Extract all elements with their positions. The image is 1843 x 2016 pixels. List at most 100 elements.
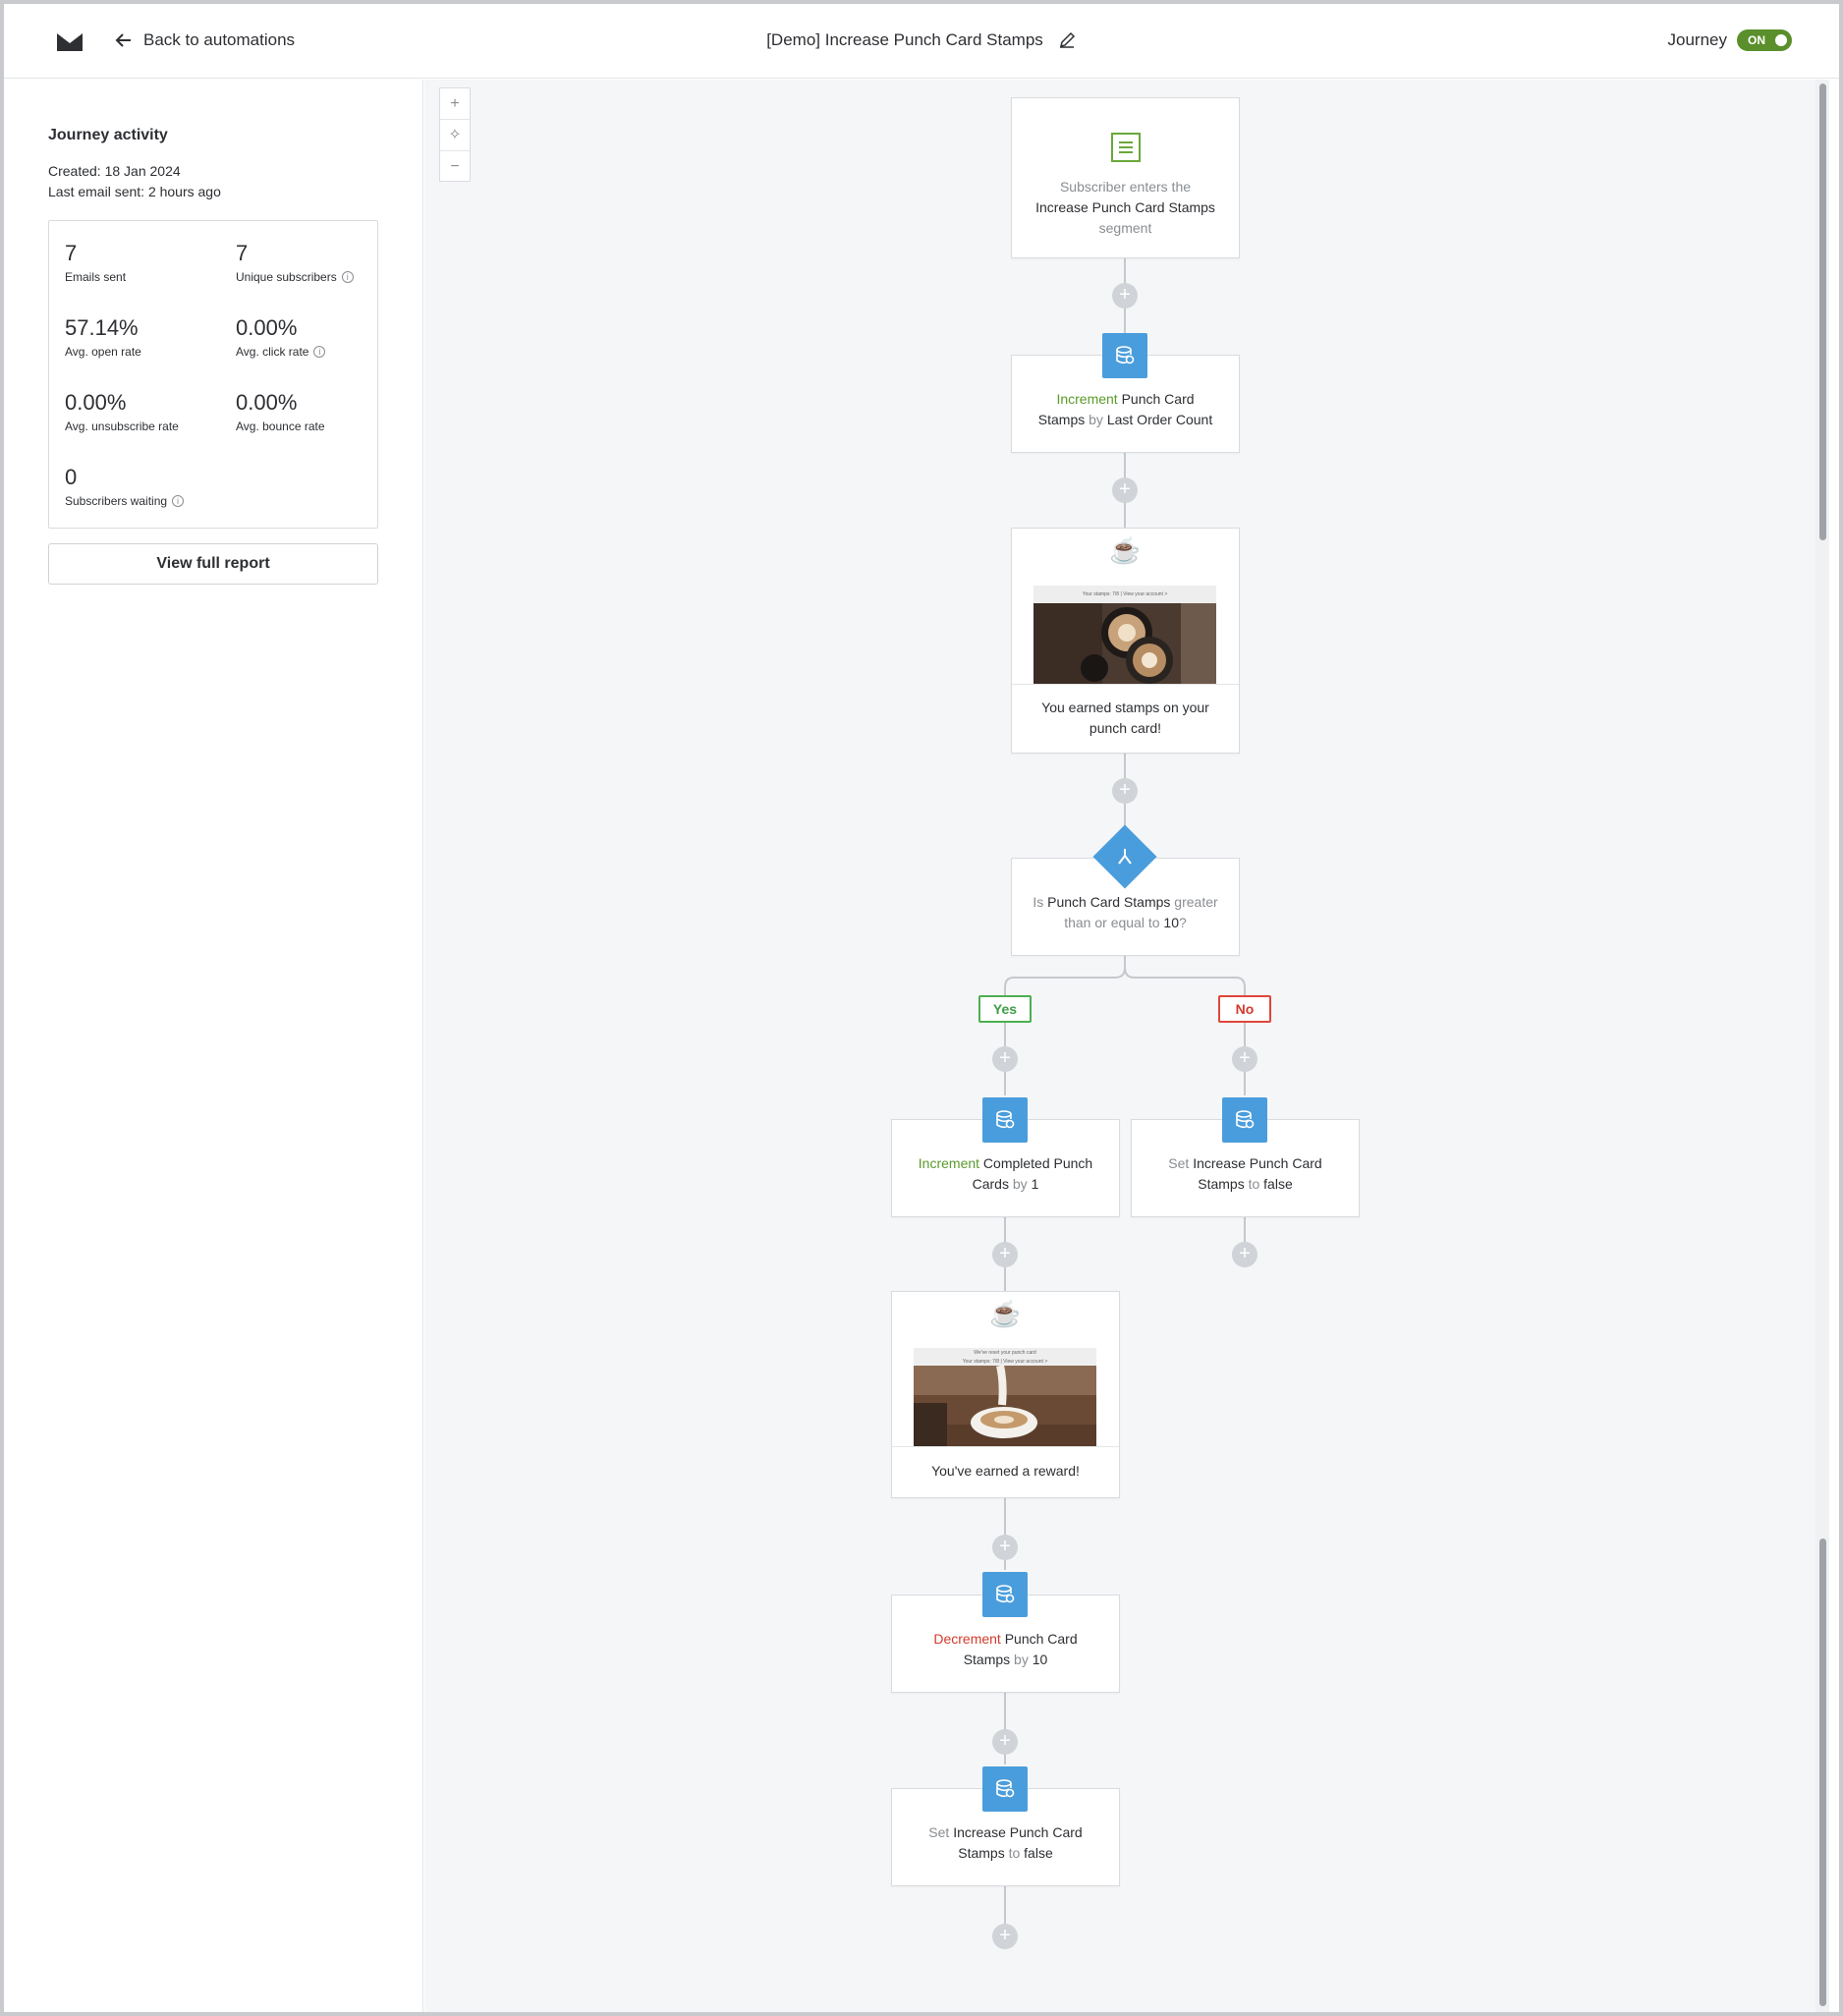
database-icon [982,1572,1028,1617]
scrollbar-thumb[interactable] [1819,84,1826,540]
action-by: by [1014,1652,1029,1667]
condition-is: Is [1033,894,1044,910]
stat-emails-sent: 7 Emails sent [65,241,126,284]
add-step-button[interactable]: + [1112,283,1138,308]
add-step-button[interactable]: + [1112,477,1138,503]
journey-activity-panel: Journey activity Created: 18 Jan 2024 La… [4,80,423,2012]
condition-question: ? [1178,915,1187,930]
journey-toggle[interactable]: ON [1737,29,1792,51]
journey-title-area: [Demo] Increase Punch Card Stamps [4,30,1839,50]
action-field-cont: Cards [972,1176,1009,1192]
email-subject-cont: punch card! [1089,720,1162,736]
zoom-out-button[interactable]: − [440,151,470,183]
email-subject: You earned stamps on your [1041,700,1209,715]
branch-yes-label: Yes [978,995,1032,1023]
email-preview-image: Your stamps: 7/8 | View your account > [1033,586,1216,684]
stat-unique-subscribers: 7 Unique subscribers i [236,241,354,284]
stat-value: 0.00% [65,390,127,415]
scrollbar-thumb[interactable] [1819,1539,1826,2006]
trigger-segment: Increase Punch Card Stamps [1035,199,1215,215]
journey-canvas[interactable]: + ✧ − Subscriber enters the Increase Pun… [424,80,1829,2012]
email-node-stamps-earned[interactable]: ☕ Your stamps: 7/8 | View your account >… [1011,528,1240,754]
action-value: Last Order Count [1106,412,1213,427]
stat-label: Avg. open rate [65,345,141,359]
action-to: to [1248,1176,1260,1192]
toggle-knob [1773,32,1789,48]
add-step-button[interactable]: + [992,1242,1018,1267]
action-value: false [1024,1845,1053,1861]
action-verb: Set [1168,1155,1190,1171]
stat-label: Subscribers waiting [65,494,168,508]
edit-pencil-icon[interactable] [1057,30,1077,50]
panel-title: Journey activity [48,127,168,143]
database-icon [1222,1097,1267,1143]
stat-unsubscribe-rate: 0.00% Avg. unsubscribe rate [65,390,179,433]
trigger-post: segment [1098,220,1152,236]
info-icon[interactable]: i [313,346,326,358]
segment-list-icon [1111,133,1141,162]
stats-card: 7 Emails sent 7 Unique subscribers i 57.1… [48,220,378,529]
email-preview-header: We've reset your punch card Your stamps:… [914,1348,1096,1366]
action-value: false [1263,1176,1293,1192]
database-icon [1102,333,1147,378]
action-field-cont: Stamps [1198,1176,1245,1192]
add-step-button[interactable]: + [992,1535,1018,1560]
stat-value: 57.14% [65,315,139,340]
coffee-cup-icon: ☕ [1109,535,1142,565]
toggle-state-label: ON [1748,33,1765,47]
zoom-in-button[interactable]: + [440,88,470,120]
action-by: by [1012,1176,1028,1192]
database-icon [982,1097,1028,1143]
action-field-cont: Stamps [958,1845,1005,1861]
database-icon [982,1766,1028,1812]
created-date: Created: 18 Jan 2024 [48,163,181,179]
stat-label: Avg. bounce rate [236,420,325,433]
latte-photo [1033,603,1216,684]
trigger-node[interactable]: Subscriber enters the Increase Punch Car… [1011,97,1240,258]
stat-value: 7 [65,241,78,265]
info-icon[interactable]: i [341,271,354,283]
coffee-cup-icon: ☕ [989,1299,1022,1328]
journey-label: Journey [1667,30,1727,49]
action-field: Punch Card [1004,1631,1078,1647]
add-step-button[interactable]: + [992,1046,1018,1072]
milk-pour-photo [914,1365,1096,1446]
action-to: to [1008,1845,1021,1861]
stat-bounce-rate: 0.00% Avg. bounce rate [236,390,325,433]
email-preview-header: Your stamps: 7/8 | View your account > [1033,586,1216,603]
action-field: Increase Punch Card [953,1824,1083,1840]
add-step-button[interactable]: + [1232,1046,1257,1072]
condition-operator-cont: than or equal to [1064,915,1160,930]
action-field-cont: Stamps [1037,412,1086,427]
stat-label: Avg. click rate [236,345,309,359]
zoom-fit-button[interactable]: ✧ [440,120,470,151]
action-field: Punch Card [1121,391,1195,407]
journey-toggle-group: Journey ON [1668,29,1792,51]
info-icon[interactable]: i [172,495,185,507]
split-branch-icon [1102,834,1147,879]
stat-value: 0.00% [236,390,298,415]
action-by: by [1089,412,1103,427]
add-step-button[interactable]: + [1232,1242,1257,1267]
branch-no-label: No [1218,995,1271,1023]
add-step-button[interactable]: + [992,1924,1018,1949]
condition-field: Punch Card Stamps [1047,894,1171,910]
stat-subscribers-waiting: 0 Subscribers waiting i [65,465,185,508]
stat-value: 0.00% [236,315,298,340]
email-node-reward[interactable]: ☕ We've reset your punch card Your stamp… [891,1291,1120,1498]
top-bar: Back to automations [Demo] Increase Punc… [4,4,1839,79]
add-step-button[interactable]: + [992,1729,1018,1755]
trigger-pre: Subscriber enters the [1059,179,1192,195]
action-verb: Set [928,1824,950,1840]
action-field: Completed Punch [982,1155,1093,1171]
stat-value: 0 [65,465,78,489]
stat-click-rate: 0.00% Avg. click rate i [236,315,326,359]
view-full-report-button[interactable]: View full report [48,543,378,585]
action-value: 10 [1032,1652,1048,1667]
add-step-button[interactable]: + [1112,778,1138,804]
action-verb: Increment [1056,391,1118,407]
email-preview-header-line: Your stamps: 7/8 | View your account > [962,1359,1048,1365]
condition-value: 10 [1163,915,1179,930]
zoom-controls: + ✧ − [439,87,471,182]
canvas-scrollbar[interactable] [1815,80,1829,2012]
